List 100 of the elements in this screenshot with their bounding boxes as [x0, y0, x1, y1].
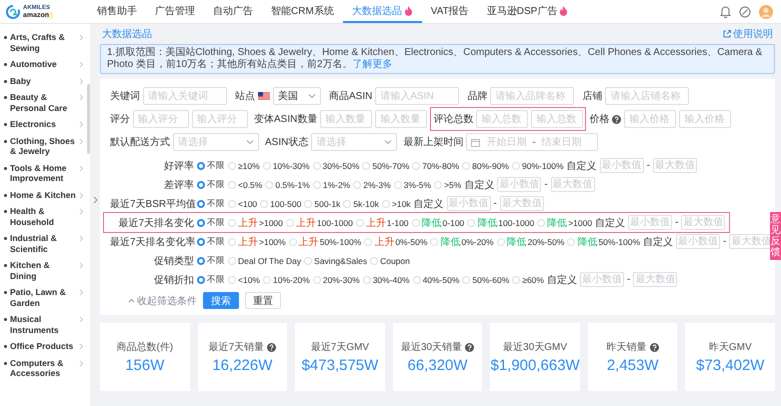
radio-option[interactable]: 不限 — [197, 178, 225, 190]
number-field[interactable]: 输入价格 — [679, 110, 732, 128]
radio-option[interactable]: >5% — [434, 180, 462, 190]
expand-handle-icon[interactable] — [92, 196, 98, 204]
radio-icon[interactable] — [197, 180, 205, 188]
radio-option[interactable]: 降低50%-100% — [567, 234, 640, 248]
radio-icon[interactable] — [197, 200, 205, 208]
radio-option[interactable]: 不限 — [197, 236, 225, 248]
radio-icon[interactable] — [197, 276, 205, 284]
category-item[interactable]: Industrial & Scientific — [10, 233, 76, 254]
radio-option[interactable]: 30%-40% — [362, 274, 410, 284]
site-dropdown[interactable]: 美国 — [273, 87, 321, 105]
radio-option[interactable]: 上升1-100 — [356, 216, 409, 230]
radio-option[interactable]: 50%-70% — [362, 160, 410, 170]
number-field[interactable]: 输入数量 — [375, 110, 428, 128]
radio-option[interactable]: 上升>100% — [228, 234, 286, 248]
radio-option[interactable]: 上升 100-1000 — [286, 216, 353, 230]
radio-option[interactable]: 不限 — [197, 160, 225, 172]
number-field[interactable]: 输入评分 — [192, 110, 248, 128]
radio-option[interactable]: ≥10% — [228, 160, 260, 170]
text-field[interactable]: 请输入关键词 — [143, 87, 227, 105]
category-item[interactable]: Patio, Lawn & Garden — [10, 287, 76, 308]
nav-tab[interactable]: VAT报告 — [422, 0, 478, 23]
category-item[interactable]: Home & Kitchen — [10, 190, 76, 200]
nav-tab[interactable]: 亚马逊DSP广告 — [478, 0, 578, 23]
radio-option[interactable]: 90%-100% — [512, 160, 564, 170]
radio-option[interactable]: 降低0-100 — [412, 216, 464, 230]
radio-option[interactable]: 降低100-1000 — [467, 216, 534, 230]
radio-option[interactable]: Saving&Sales — [304, 256, 368, 266]
max-value-field[interactable]: 最大数值 — [652, 158, 697, 173]
category-item[interactable]: Baby — [10, 76, 76, 86]
radio-option[interactable]: <10% — [228, 274, 260, 284]
category-item[interactable]: Computers & Accessories — [10, 358, 76, 378]
category-item[interactable]: Beauty & Personal Care — [10, 92, 76, 113]
radio-option[interactable]: 5k-10k — [343, 198, 379, 208]
min-value-field[interactable]: 最小数值 — [600, 158, 644, 173]
radio-option[interactable]: 降低20%-50% — [496, 234, 564, 248]
nav-tab[interactable]: 自动广告 — [204, 0, 262, 23]
radio-icon[interactable] — [197, 218, 205, 226]
category-item[interactable]: Health & Household — [10, 206, 76, 227]
text-field[interactable]: 请输入ASIN — [375, 87, 460, 105]
radio-option[interactable]: 20%-30% — [312, 274, 360, 284]
radio-option[interactable]: 不限 — [197, 274, 225, 286]
radio-option[interactable]: 3%-5% — [394, 180, 432, 190]
min-value-field[interactable]: 最小数值 — [676, 234, 720, 249]
category-item[interactable]: Tools & Home Improvement — [10, 162, 76, 184]
radio-option[interactable]: 不限 — [197, 216, 225, 228]
radio-option[interactable]: 80%-90% — [462, 160, 509, 170]
radio-option[interactable]: 0.5%-1% — [265, 180, 310, 190]
number-field[interactable]: 输入总数 — [476, 110, 528, 128]
text-field[interactable]: 请输入店铺名称 — [605, 87, 690, 105]
category-item[interactable]: Arts, Crafts & Sewing — [10, 32, 76, 53]
radio-option[interactable]: 70%-80% — [412, 160, 460, 170]
max-value-field[interactable]: 最大数值 — [633, 272, 678, 287]
nav-tab[interactable]: 大数据选品 — [342, 0, 422, 23]
radio-option[interactable]: 不限 — [197, 254, 225, 266]
radio-option[interactable]: 10%-20% — [262, 274, 310, 284]
bell-icon[interactable] — [720, 6, 731, 18]
number-field[interactable]: 输入评分 — [133, 110, 189, 128]
radio-option[interactable]: >10k — [382, 198, 411, 208]
reset-button[interactable]: 重置 — [245, 292, 281, 309]
radio-option[interactable]: 2%-3% — [353, 180, 391, 190]
radio-option[interactable]: 30%-50% — [312, 160, 360, 170]
category-item[interactable]: Automotive — [10, 59, 76, 70]
date-range-field[interactable]: 开始日期 - 结束日期 — [466, 133, 598, 151]
min-value-field[interactable]: 最小数值 — [497, 177, 542, 192]
radio-option[interactable]: <0.5% — [228, 180, 262, 190]
nav-tab[interactable]: 广告管理 — [146, 0, 204, 23]
min-value-field[interactable]: 最小数值 — [446, 196, 491, 211]
radio-icon[interactable] — [197, 238, 205, 246]
radio-option[interactable]: 40%-50% — [412, 274, 460, 284]
collapse-link[interactable]: 收起筛选条件 — [128, 294, 197, 308]
category-item[interactable]: Clothing, Shoes & Jewelry — [10, 136, 76, 156]
radio-icon[interactable] — [197, 256, 205, 264]
category-item[interactable]: Kitchen & Dining — [10, 260, 76, 281]
number-field[interactable]: 输入数量 — [320, 110, 372, 128]
category-item[interactable]: Electronics — [10, 119, 76, 130]
radio-option[interactable]: 500-1k — [304, 198, 340, 208]
avatar-icon[interactable] — [759, 4, 773, 18]
radio-option[interactable]: 50%-60% — [462, 274, 510, 284]
radio-option[interactable]: 1%-2% — [312, 180, 350, 190]
category-item[interactable]: Office Products — [10, 341, 76, 352]
nav-tab[interactable]: 销售助手 — [88, 0, 146, 23]
min-value-field[interactable]: 最小数值 — [580, 272, 624, 287]
max-value-field[interactable]: 最大数值 — [550, 177, 595, 192]
radio-option[interactable]: 上升0%-50% — [364, 234, 428, 248]
radio-option[interactable]: <100 — [228, 198, 258, 208]
text-field[interactable]: 请输入品牌名称 — [490, 87, 574, 105]
nav-tab[interactable]: 智能CRM系统 — [262, 0, 343, 23]
radio-option[interactable]: 降低>1000 — [537, 216, 592, 230]
max-value-field[interactable]: 最大数值 — [681, 215, 726, 230]
category-item[interactable]: Musical Instruments — [10, 314, 76, 335]
radio-option[interactable]: Coupon — [370, 256, 410, 266]
min-value-field[interactable]: 最小数值 — [628, 215, 672, 230]
radio-icon[interactable] — [197, 162, 205, 170]
radio-option[interactable]: ≥60% — [512, 274, 544, 284]
radio-option[interactable]: 降低0%-20% — [430, 234, 494, 248]
number-field[interactable]: 输入总数 — [531, 110, 584, 128]
max-value-field[interactable]: 最大数值 — [500, 196, 544, 211]
radio-option[interactable]: 100-500 — [260, 198, 302, 208]
